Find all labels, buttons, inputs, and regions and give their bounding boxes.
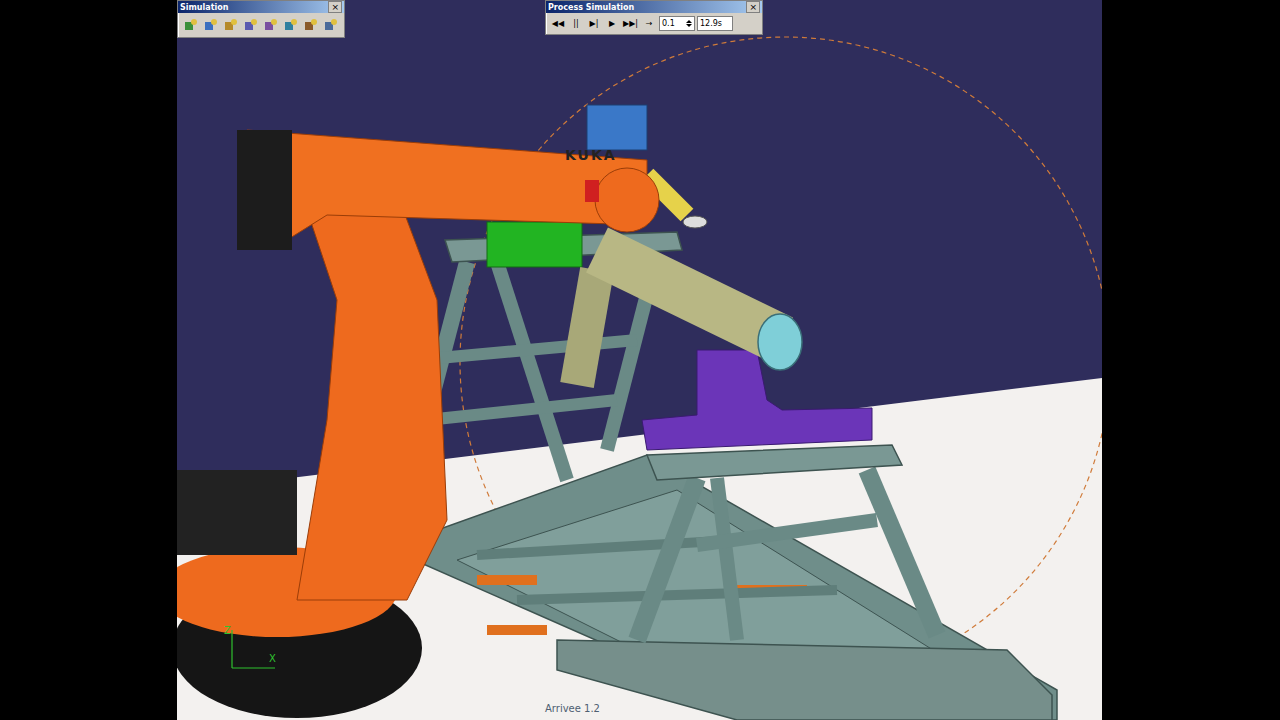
robot-brand-label: KUKA bbox=[565, 147, 617, 163]
close-button[interactable]: × bbox=[746, 1, 760, 13]
workpiece-tube[interactable] bbox=[577, 250, 802, 385]
svg-text:X: X bbox=[269, 653, 276, 664]
status-label: Arrivee 1.2 bbox=[545, 703, 600, 714]
playback-button[interactable]: || bbox=[568, 17, 584, 30]
close-button[interactable]: × bbox=[328, 1, 342, 13]
tool-icon bbox=[203, 17, 219, 33]
toolbar-title: Simulation bbox=[180, 3, 228, 12]
screen: KUKAZXSimulation×Process Simulation×◀◀||… bbox=[0, 0, 1280, 720]
simulation-tool-button[interactable] bbox=[222, 16, 240, 34]
tool-icon bbox=[223, 17, 239, 33]
right-stand bbox=[637, 445, 937, 640]
step-spinner[interactable] bbox=[686, 20, 692, 27]
toolbar-titlebar[interactable]: Process Simulation × bbox=[546, 1, 762, 13]
tool-icon bbox=[283, 17, 299, 33]
simulation-tool-button[interactable] bbox=[262, 16, 280, 34]
step-field[interactable]: 0.1 bbox=[659, 16, 695, 31]
tool-icon bbox=[183, 17, 199, 33]
simulation-tool-button[interactable] bbox=[202, 16, 220, 34]
base-frame bbox=[387, 455, 1057, 720]
left-letterbox bbox=[0, 0, 177, 720]
green-fixture bbox=[487, 222, 582, 267]
playback-button[interactable]: ▶ bbox=[604, 17, 620, 30]
svg-text:Z: Z bbox=[224, 625, 231, 636]
tool-icon bbox=[243, 17, 259, 33]
toolbar-titlebar[interactable]: Simulation × bbox=[178, 1, 344, 13]
playback-button[interactable]: ◀◀ bbox=[550, 17, 566, 30]
toolbar-title: Process Simulation bbox=[548, 3, 634, 12]
playback-button[interactable]: → bbox=[641, 17, 657, 30]
purple-fixture bbox=[642, 350, 872, 450]
tool-icon bbox=[263, 17, 279, 33]
simulation-tool-button[interactable] bbox=[242, 16, 260, 34]
kuka-robot[interactable]: KUKA bbox=[177, 105, 707, 718]
simulation-tool-button[interactable] bbox=[182, 16, 200, 34]
3d-viewport[interactable]: KUKAZXSimulation×Process Simulation×◀◀||… bbox=[177, 0, 1102, 720]
tool-icon bbox=[303, 17, 319, 33]
simulation-toolbar[interactable]: Simulation × bbox=[177, 0, 345, 38]
axis-triad: ZX bbox=[224, 625, 276, 668]
simulation-tool-button[interactable] bbox=[282, 16, 300, 34]
simulation-tool-button[interactable] bbox=[322, 16, 340, 34]
simulation-tool-button[interactable] bbox=[302, 16, 320, 34]
robot-cell-scene[interactable]: KUKAZX bbox=[177, 0, 1102, 720]
playback-button[interactable]: ▶▶| bbox=[622, 17, 639, 30]
time-field[interactable]: 12.9s bbox=[697, 16, 733, 31]
playback-button[interactable]: ▶| bbox=[586, 17, 602, 30]
tool-icon bbox=[323, 17, 339, 33]
right-letterbox bbox=[1102, 0, 1280, 720]
process-simulation-toolbar[interactable]: Process Simulation × ◀◀||▶|▶▶▶|→0.112.9s bbox=[545, 0, 763, 35]
